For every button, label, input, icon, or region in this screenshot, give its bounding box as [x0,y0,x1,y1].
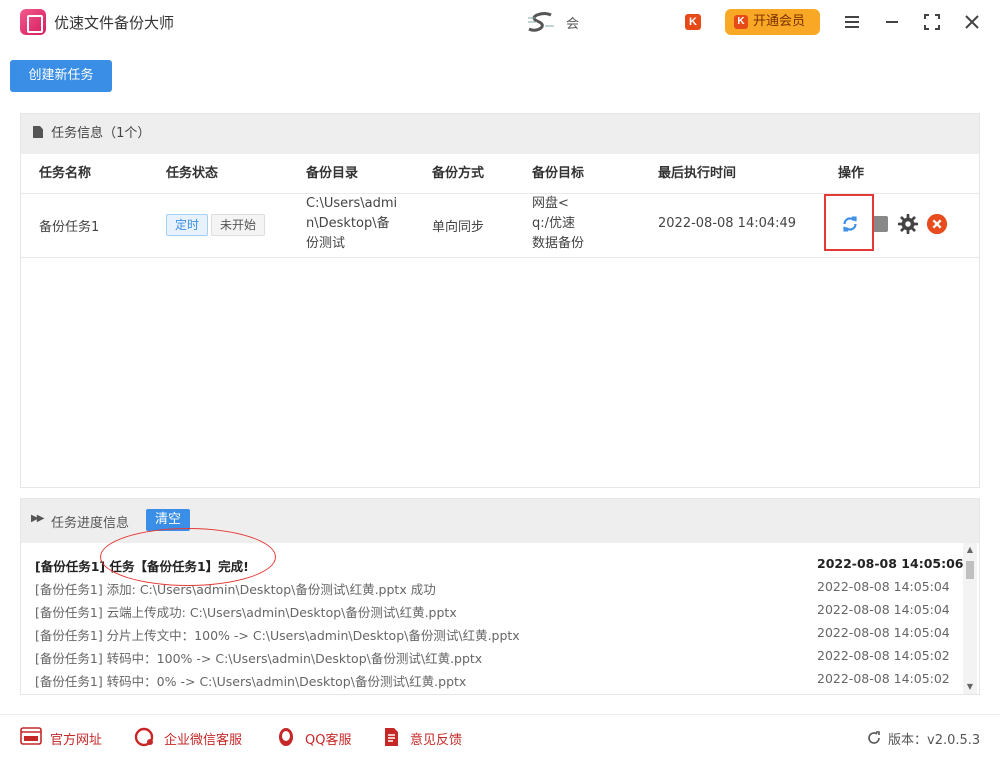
log-row: [备份任务1] 云端上传成功: C:\Users\admin\Desktop\备… [35,602,950,625]
log-time: 2022-08-08 14:05:06 [817,556,964,571]
menu-icon[interactable] [840,10,864,34]
column-header: 操作 [838,166,865,181]
qq-service-label: QQ客服 [305,733,352,748]
feedback-label: 意见反馈 [410,733,463,748]
app-logo-icon [20,9,46,35]
minimize-icon[interactable] [880,10,904,34]
log-time: 2022-08-08 14:05:02 [817,648,950,663]
log-row: [备份任务1] 转码中：0% -> C:\Users\admin\Desktop… [35,671,950,694]
task-name: 备份任务1 [39,220,100,235]
footer: 官方网址 企业微信客服 QQ客服 意见反馈 版本：v2.0.5.3 [0,714,1000,760]
task-info-panel: 任务信息（1个） 任务名称 任务状态 备份目录 备份方式 备份目标 最后执行时间… [20,113,980,488]
column-header: 备份方式 [432,166,485,181]
scroll-up-icon[interactable]: ▲ [963,543,977,557]
vip-level-badge: K [685,14,701,30]
task-table-header: 任务名称 任务状态 备份目录 备份方式 备份目标 最后执行时间 操作 [21,154,979,194]
log-row: [备份任务1] 分片上传文中：100% -> C:\Users\admin\De… [35,625,950,648]
status-badge-scheduled: 定时 [166,214,209,236]
open-vip-button[interactable]: K 开通会员 [725,9,820,35]
feedback-icon [385,728,398,746]
backup-target: 网盘< q:/优速 数据备份 [532,196,585,251]
last-run-time: 2022-08-08 14:04:49 [658,216,797,231]
log-text: [备份任务1] 添加: C:\Users\admin\Desktop\备份测试\… [35,582,436,597]
scroll-down-icon[interactable]: ▼ [963,680,977,694]
close-icon[interactable] [960,10,984,34]
document-icon [33,126,43,138]
user-avatar-icon [528,12,554,32]
task-progress-panel: ▶▶ 任务进度信息 清空 [备份任务1] 任务【备份任务1】完成! 2022-0… [20,498,980,695]
open-vip-label: 开通会员 [753,14,806,29]
log-text: [备份任务1] 转码中：100% -> C:\Users\admin\Deskt… [35,651,483,666]
wechat-icon [134,727,154,747]
column-header: 最后执行时间 [658,166,737,181]
log-row: [备份任务1] 转码中：100% -> C:\Users\admin\Deskt… [35,648,950,671]
official-site-label: 官方网址 [50,733,103,748]
log-text: [备份任务1] 转码中：0% -> C:\Users\admin\Desktop… [35,674,467,689]
task-info-header: 任务信息（1个） [21,114,979,154]
app-title: 优速文件备份大师 [54,14,175,32]
status-badge-not-started: 未开始 [211,214,266,236]
user-name[interactable]: 会 [566,13,579,32]
vip-icon: K [734,15,748,29]
task-status: 定时 未开始 [166,214,266,236]
backup-mode: 单向同步 [432,220,485,235]
maximize-icon[interactable] [920,10,944,34]
version-label: 版本：v2.0.5.3 [888,733,981,748]
column-header: 备份目录 [306,166,359,181]
website-icon [20,727,42,745]
source-directory: C:\Users\admi n\Desktop\备 份测试 [306,196,398,251]
delete-icon[interactable] [926,213,948,235]
column-header: 任务状态 [166,166,219,181]
stop-icon[interactable] [872,216,888,232]
scroll-thumb[interactable] [966,561,974,579]
progress-title: 任务进度信息 [51,516,130,531]
create-task-button[interactable]: 创建新任务 [10,60,112,92]
column-header: 任务名称 [39,166,92,181]
highlight-ellipse [100,528,276,586]
log-time: 2022-08-08 14:05:02 [817,671,950,686]
log-text: [备份任务1] 分片上传文中：100% -> C:\Users\admin\De… [35,628,520,643]
gear-icon[interactable] [897,213,919,235]
highlight-box [824,194,874,251]
log-time: 2022-08-08 14:05:04 [817,602,950,617]
wechat-service-label: 企业微信客服 [164,733,243,748]
refresh-icon[interactable] [866,730,882,746]
log-scrollbar[interactable]: ▲ ▼ [963,543,977,694]
log-time: 2022-08-08 14:05:04 [817,625,950,640]
qq-icon [279,728,293,746]
column-header: 备份目标 [532,166,585,181]
log-text: [备份任务1] 云端上传成功: C:\Users\admin\Desktop\备… [35,605,457,620]
task-info-title: 任务信息（1个） [51,126,151,141]
expand-arrows-icon[interactable]: ▶▶ [31,513,44,524]
log-time: 2022-08-08 14:05:04 [817,579,950,594]
title-bar: 优速文件备份大师 会 K K 开通会员 [0,0,1000,44]
